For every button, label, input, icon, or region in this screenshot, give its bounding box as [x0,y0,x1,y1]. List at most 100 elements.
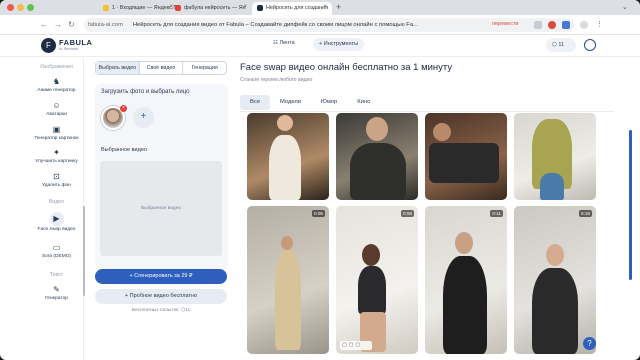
sidebar-section-images: Изображения [40,64,73,70]
video-thumbnail [532,268,578,354]
generate-button[interactable]: + Сгенерировать за 29 ₽ [95,269,227,284]
video-thumbnail [362,244,380,266]
tab-choose-video[interactable]: Выбрать видео [96,62,140,74]
tab-label: Нейросеть для создания [266,5,328,11]
sidebar-item-image-generator[interactable]: ▣ Генератор картинок [30,125,83,142]
logo-icon[interactable]: F [41,38,56,53]
close-icon[interactable]: × [323,4,327,10]
chosen-video-title: Выбранное видео [101,147,147,153]
swap-settings-panel: Выбрать видео Своё видео Генерация Загру… [88,58,234,360]
close-window-button[interactable] [7,4,14,11]
extension-icon[interactable] [548,21,556,29]
user-icon[interactable] [584,39,596,51]
category-filters: Все Модели Юмор Кино [240,95,380,110]
sidebar-scrollbar[interactable] [83,206,85,296]
video-thumbnail [281,236,293,250]
page-subtitle: Станьте героем любого видео [240,77,313,83]
minimize-window-button[interactable] [17,4,24,11]
text-gen-icon: ✎ [53,284,60,294]
filter-models[interactable]: Модели [270,95,311,110]
sidebar-item-anime[interactable]: ♞ Аниме генератор [30,77,83,94]
video-thumbnail [277,115,293,131]
logo-text[interactable]: FABULA [59,38,92,47]
yandex-icon [175,5,181,11]
trial-video-button[interactable]: + Пробное видео бесплатно [95,289,227,304]
video-card[interactable]: 0:06 [247,206,329,354]
logo-subtitle: AI Services [59,47,79,51]
tools-button[interactable]: + Инструменты [313,38,365,51]
video-thumbnail [275,250,301,350]
video-card[interactable] [336,113,418,200]
sidebar-item-label: Аватарки [46,111,67,117]
tab-label: 1 · Входящие — Яндекс.П [112,5,178,11]
bookmark-icon[interactable] [534,21,542,29]
remove-bg-icon: ⊡ [53,172,60,182]
url-host: fabula-ai.com [88,22,123,28]
sidebar-item-face-swap[interactable]: ▶ Face swap видео [30,211,83,233]
mail-icon [103,5,109,11]
video-controls[interactable]: ▢▢▢ [340,341,372,350]
video-card[interactable]: 0:11 [425,206,507,354]
video-thumbnail [455,232,473,254]
sidebar-item-remove-bg[interactable]: ⊡ Удалить фон [30,172,83,189]
credits-badge[interactable]: ⬡ 11 [546,38,576,52]
browser-window: 1 · Входящие — Яндекс.П × фабула нейросе… [0,0,640,360]
reload-icon[interactable]: ↻ [68,20,75,29]
new-tab-button[interactable]: + [336,2,341,12]
tab-list-chevron-icon[interactable]: ⌄ [622,3,628,11]
video-thumbnail [433,123,451,141]
video-card[interactable]: 0:18 [514,206,596,354]
play-icon: ▶ [49,211,64,226]
filter-movies[interactable]: Кино [347,95,380,110]
profile-icon[interactable] [580,21,588,29]
video-thumbnail [429,143,499,183]
downloads-icon[interactable] [562,21,570,29]
main-scrollbar[interactable] [629,130,632,280]
video-thumbnail [269,135,301,200]
browser-toolbar: ← → ↻ fabula-ai.com Нейросеть для создани… [0,15,640,35]
help-icon[interactable]: ? [583,337,596,350]
page-title: Face swap видео онлайн бесплатно за 1 ми… [240,62,453,73]
sidebar-section-text: Текст [49,271,64,278]
video-duration: 0:06 [312,210,325,217]
remove-face-icon[interactable]: × [120,105,127,112]
feed-button[interactable]: ☷ Лента [273,40,295,46]
browser-tab-search[interactable]: фабула нейросеть — Ян × [170,2,252,15]
filter-all[interactable]: Все [240,95,270,110]
video-card[interactable] [247,113,329,200]
filter-divider [240,111,614,112]
video-duration: 0:11 [490,210,503,217]
sidebar: Изображения ♞ Аниме генератор ☺ Аватарки… [30,58,84,360]
menu-icon[interactable]: ⋮ [596,21,604,29]
video-card[interactable] [425,113,507,200]
maximize-window-button[interactable] [27,4,34,11]
upload-title: Загрузить фото и выбрать лицо [101,89,190,95]
video-duration: 0:08 [401,210,414,217]
browser-tab-fabula[interactable]: Нейросеть для создания × [252,2,332,15]
sidebar-item-avatars[interactable]: ☺ Аватарки [30,101,83,118]
tab-generation[interactable]: Генерация [183,62,226,74]
forward-arrow-icon[interactable]: → [54,20,62,29]
sidebar-item-label: Sora (DEMO) [41,253,72,259]
video-thumbnail [540,173,564,200]
back-arrow-icon[interactable]: ← [40,20,48,29]
browser-tab-bar: 1 · Входящие — Яндекс.П × фабула нейросе… [0,0,640,15]
address-text[interactable]: fabula-ai.com Нейросеть для создания виде… [88,19,488,31]
video-thumbnail [366,117,388,141]
video-card[interactable] [514,113,596,200]
sidebar-item-enhance[interactable]: ✦ Улучшить картинку [30,148,83,165]
sidebar-item-text-generator[interactable]: ✎ Генератор [30,285,83,302]
chosen-video-placeholder: Выбранное видео [100,161,222,256]
tab-own-video[interactable]: Своё видео [140,62,184,74]
app-header: F FABULA AI Services ☷ Лента + Инструмен… [0,35,640,57]
sparkle-icon: ✦ [53,148,60,158]
add-face-button[interactable]: + [133,107,154,128]
video-source-tabs: Выбрать видео Своё видео Генерация [95,61,227,75]
close-icon[interactable]: × [243,4,247,10]
sidebar-item-sora[interactable]: ▭ Sora (DEMO) [30,243,83,260]
translate-button[interactable]: перевести [492,21,518,27]
sidebar-item-label: Улучшить картинку [35,159,78,165]
filter-humor[interactable]: Юмор [311,95,347,110]
browser-tab-inbox[interactable]: 1 · Входящие — Яндекс.П × [98,2,178,15]
video-card[interactable]: 0:08 ▢▢▢ [336,206,418,354]
